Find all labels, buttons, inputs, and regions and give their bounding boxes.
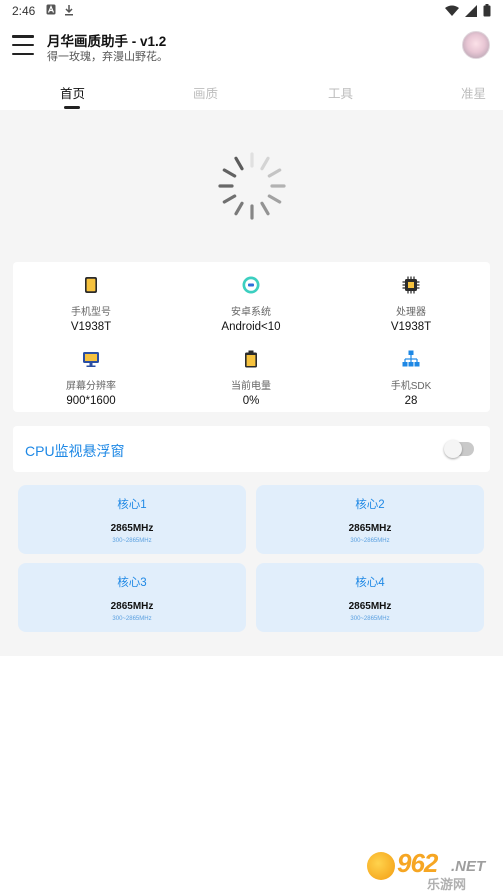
status-right [445, 4, 491, 17]
tab-home[interactable]: 首页 [60, 83, 85, 102]
chip-icon [402, 276, 420, 294]
wifi-icon [445, 5, 459, 16]
loading-spinner-icon [218, 152, 286, 220]
watermark-domain: .NET [451, 858, 486, 875]
core-name: 核心4 [355, 577, 385, 589]
notification-a-icon [46, 4, 56, 15]
cpu-monitor-label: CPU监视悬浮窗 [25, 443, 125, 459]
info-item-model: 手机型号 V1938T [21, 276, 161, 333]
core-frequency: 2865MHz [110, 601, 154, 612]
tab-crosshair[interactable]: 准星 [461, 83, 486, 102]
battery-icon [245, 350, 257, 368]
tab-quality[interactable]: 画质 [193, 83, 218, 102]
app-bar: 月华画质助手 - v1.2 得一玫瑰，弃漫山野花。 [0, 26, 503, 70]
toggle-knob [444, 440, 462, 458]
core-card-1[interactable]: 核心1 2865MHz 300~2865MHz [18, 485, 246, 554]
battery-status-icon [483, 4, 491, 17]
menu-icon[interactable] [12, 35, 34, 55]
core-card-2[interactable]: 核心2 2865MHz 300~2865MHz [256, 485, 484, 554]
info-label: 屏幕分辨率 [66, 381, 116, 392]
signal-icon [465, 4, 477, 17]
cpu-monitor-card: CPU监视悬浮窗 [13, 426, 490, 472]
device-info-card: 手机型号 V1938T 安卓系统 Android<10 处理器 V1938T 屏… [13, 262, 490, 412]
info-item-sdk: 手机SDK 28 [341, 350, 481, 407]
core-range: 300~2865MHz [112, 538, 152, 544]
info-item-android: 安卓系统 Android<10 [181, 276, 321, 333]
watermark-emblem-icon [367, 852, 395, 880]
download-icon [65, 5, 73, 16]
monitor-icon [83, 352, 99, 367]
avatar[interactable] [462, 31, 490, 59]
info-label: 处理器 [396, 307, 426, 318]
status-bar: 2:46 [0, 0, 503, 22]
info-label: 安卓系统 [231, 307, 271, 318]
info-value: 28 [404, 395, 418, 407]
cpu-monitor-toggle[interactable] [444, 440, 474, 458]
info-item-processor: 处理器 V1938T [341, 276, 481, 333]
core-card-3[interactable]: 核心3 2865MHz 300~2865MHz [18, 563, 246, 632]
phone-icon [85, 277, 97, 293]
app-title: 月华画质助手 - v1.2 [47, 34, 167, 49]
network-icon [402, 350, 420, 367]
info-value: 900*1600 [66, 395, 116, 407]
core-card-4[interactable]: 核心4 2865MHz 300~2865MHz [256, 563, 484, 632]
core-range: 300~2865MHz [350, 616, 390, 622]
status-time: 2:46 [12, 4, 36, 18]
info-value: V1938T [70, 321, 112, 333]
android-icon [242, 276, 260, 294]
watermark-logo: 962 .NET 乐游网 [367, 848, 497, 892]
info-item-resolution: 屏幕分辨率 900*1600 [21, 350, 161, 407]
core-frequency: 2865MHz [110, 523, 154, 534]
tab-indicator [64, 106, 80, 109]
info-label: 手机SDK [390, 381, 432, 392]
core-frequency: 2865MHz [348, 523, 392, 534]
core-range: 300~2865MHz [350, 538, 390, 544]
info-value: V1938T [390, 321, 432, 333]
app-subtitle: 得一玫瑰，弃漫山野花。 [47, 51, 168, 63]
info-label: 手机型号 [71, 307, 111, 318]
core-frequency: 2865MHz [348, 601, 392, 612]
tab-tools[interactable]: 工具 [328, 83, 353, 102]
core-name: 核心1 [117, 499, 147, 511]
info-value: Android<10 [221, 321, 281, 333]
info-label: 当前电量 [231, 381, 271, 392]
core-name: 核心3 [117, 577, 147, 589]
watermark-site: 乐游网 [427, 877, 467, 892]
info-item-battery: 当前电量 0% [181, 350, 321, 407]
core-range: 300~2865MHz [112, 616, 152, 622]
core-name: 核心2 [355, 499, 385, 511]
tab-bar: 首页 画质 工具 准星 [0, 78, 503, 110]
info-value: 0% [242, 395, 260, 407]
